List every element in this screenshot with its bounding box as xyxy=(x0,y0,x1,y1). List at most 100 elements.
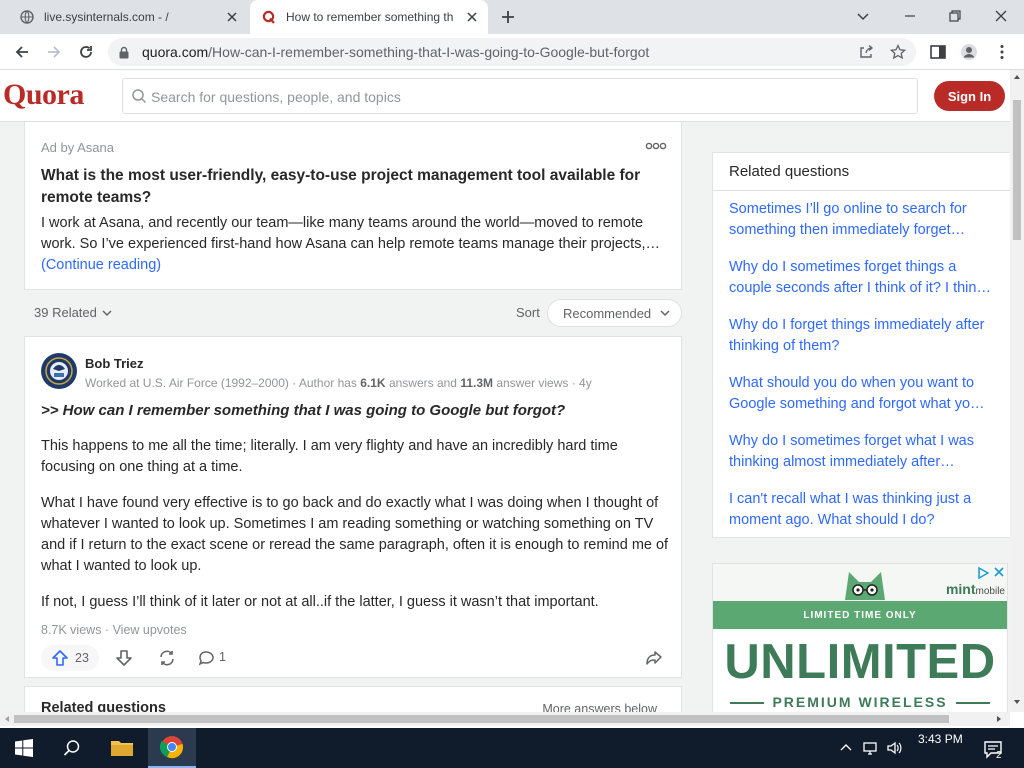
author-credentials: Worked at U.S. Air Force (1992–2000) · A… xyxy=(85,376,592,390)
close-tab-icon[interactable] xyxy=(226,11,238,23)
forward-arrow-icon[interactable] xyxy=(45,43,63,61)
ad-sponsor-label[interactable]: Ad by Asana xyxy=(41,140,114,155)
sort-dropdown[interactable]: Recommended xyxy=(547,299,682,327)
url-text: quora.com/How-can-I-remember-something-t… xyxy=(142,44,649,60)
quora-search-box[interactable] xyxy=(122,78,918,114)
back-arrow-icon[interactable] xyxy=(13,43,31,61)
tab-title: How to remember something th xyxy=(286,10,454,24)
limited-time-band: LIMITED TIME ONLY xyxy=(713,601,1007,629)
continue-reading-link[interactable]: (Continue reading) xyxy=(41,257,161,273)
profile-avatar-icon[interactable] xyxy=(960,43,978,61)
more-options-icon[interactable] xyxy=(645,141,667,151)
answer-actions: 23 1 xyxy=(41,645,667,671)
file-explorer-button[interactable] xyxy=(98,728,146,768)
start-button[interactable] xyxy=(0,728,48,768)
views-count: 8.7K views xyxy=(41,623,102,637)
related-question-link[interactable]: I can't recall what I was thinking just … xyxy=(729,489,1003,531)
taskbar-clock[interactable]: 3:43 PM xyxy=(918,732,963,746)
upvote-button[interactable]: 23 xyxy=(41,645,99,671)
quora-logo[interactable]: Quora xyxy=(3,78,84,112)
views-line: 8.7K views · View upvotes xyxy=(41,623,187,637)
search-input[interactable] xyxy=(151,85,901,109)
share-repost-icon[interactable] xyxy=(158,649,176,667)
tab-quora-question[interactable]: How to remember something th xyxy=(250,0,488,34)
taskbar-search-button[interactable] xyxy=(48,728,96,768)
share-icon[interactable] xyxy=(858,44,874,60)
brand-suffix: mobile xyxy=(975,586,1005,597)
side-panel-icon[interactable] xyxy=(929,43,947,61)
divider xyxy=(713,190,1010,191)
scroll-right-arrow-icon[interactable] xyxy=(995,715,1003,723)
quora-favicon-icon xyxy=(262,10,275,24)
adchoices-icon[interactable] xyxy=(977,567,989,579)
restore-icon[interactable] xyxy=(947,8,963,24)
close-ad-icon[interactable] xyxy=(994,567,1004,577)
fox-mascot-icon xyxy=(845,572,885,600)
question-title[interactable]: >> How can I remember something that I w… xyxy=(41,402,565,419)
downvote-arrow-icon[interactable] xyxy=(115,649,133,667)
ad-card: Ad by Asana What is the most user-friend… xyxy=(24,122,682,290)
windows-taskbar: 3:43 PM 2 xyxy=(0,728,1024,768)
chevron-down-icon xyxy=(102,309,112,316)
related-question-link[interactable]: What should you do when you want to Goog… xyxy=(729,373,1003,415)
tab-title: live.sysinternals.com - / xyxy=(44,10,169,24)
chrome-taskbar-button[interactable] xyxy=(148,728,196,768)
sort-value: Recommended xyxy=(563,305,652,321)
sign-in-button[interactable]: Sign In xyxy=(934,81,1005,111)
answer-paragraph: If not, I guess I’ll think of it later o… xyxy=(41,594,599,610)
vertical-scrollbar[interactable] xyxy=(1010,70,1024,712)
scroll-up-arrow-icon[interactable] xyxy=(1013,73,1021,81)
page-content: Ad by Asana What is the most user-friend… xyxy=(0,122,1010,712)
scroll-down-arrow-icon[interactable] xyxy=(1013,698,1021,706)
related-question-link[interactable]: Why do I sometimes forget what I was thi… xyxy=(729,431,1003,473)
answer-card: Bob Triez Worked at U.S. Air Force (1992… xyxy=(24,336,682,678)
address-bar[interactable]: quora.com/How-can-I-remember-something-t… xyxy=(108,38,916,66)
author-name[interactable]: Bob Triez xyxy=(85,356,144,371)
notification-count: 2 xyxy=(996,750,1002,761)
comment-count: 1 xyxy=(219,650,226,664)
related-question-link[interactable]: Why do I forget things immediately after… xyxy=(729,315,1003,357)
related-questions-sidebar: Related questions Sometimes I’ll go onli… xyxy=(712,152,1010,538)
network-icon[interactable] xyxy=(862,740,878,756)
new-tab-plus-icon[interactable] xyxy=(500,9,516,25)
cred-prefix: Worked at U.S. Air Force (1992–2000) · A… xyxy=(85,376,361,390)
browser-toolbar: quora.com/How-can-I-remember-something-t… xyxy=(0,34,1024,70)
lock-icon[interactable] xyxy=(118,46,130,59)
mint-mobile-ad[interactable]: mintmobile LIMITED TIME ONLY UNLIMITED P… xyxy=(712,563,1008,712)
url-domain: quora.com xyxy=(142,44,209,60)
browser-tab-strip: live.sysinternals.com - / How to remembe… xyxy=(0,0,1024,34)
menu-kebab-icon[interactable] xyxy=(993,43,1011,61)
share-arrow-icon[interactable] xyxy=(645,649,663,667)
related-count-toggle[interactable]: 39 Related xyxy=(34,305,113,320)
close-window-icon[interactable] xyxy=(993,8,1009,24)
reload-icon[interactable] xyxy=(77,43,95,61)
horizontal-scrollbar[interactable] xyxy=(0,712,1010,726)
horizontal-scroll-thumb[interactable] xyxy=(14,715,949,723)
related-questions-heading: Related questions xyxy=(41,700,166,712)
volume-icon[interactable] xyxy=(886,740,902,756)
ad-title[interactable]: What is the most user-friendly, easy-to-… xyxy=(41,165,671,209)
ad-body-text: I work at Asana, and recently our team—l… xyxy=(41,215,660,252)
windows-logo-icon xyxy=(15,739,33,757)
scroll-left-arrow-icon[interactable] xyxy=(3,715,11,723)
premium-wireless-text: PREMIUM WIRELESS xyxy=(713,694,1007,710)
mint-mobile-logo: mintmobile xyxy=(946,581,1005,597)
close-tab-icon[interactable] xyxy=(466,11,478,23)
author-avatar[interactable] xyxy=(41,353,77,389)
tab-sysinternals[interactable]: live.sysinternals.com - / xyxy=(8,0,248,34)
comment-bubble-icon[interactable] xyxy=(197,649,215,667)
tray-chevron-up-icon[interactable] xyxy=(838,740,854,756)
search-icon xyxy=(132,89,147,104)
cred-mid: answers and xyxy=(385,376,461,390)
bookmark-star-icon[interactable] xyxy=(890,44,906,60)
related-question-link[interactable]: Sometimes I’ll go online to search for s… xyxy=(729,199,1003,241)
minimize-icon[interactable] xyxy=(902,8,918,24)
view-upvotes-link[interactable]: View upvotes xyxy=(113,623,187,637)
vertical-scroll-thumb[interactable] xyxy=(1013,100,1021,240)
related-question-link[interactable]: Why do I sometimes forget things a coupl… xyxy=(729,257,1003,299)
tab-search-chevron-icon[interactable] xyxy=(855,8,871,24)
more-answers-below: More answers below xyxy=(542,702,657,712)
quora-header: Quora Sign In xyxy=(0,70,1010,122)
cred-suffix: answer views · 4y xyxy=(493,376,592,390)
air-force-seal-icon xyxy=(42,354,76,388)
